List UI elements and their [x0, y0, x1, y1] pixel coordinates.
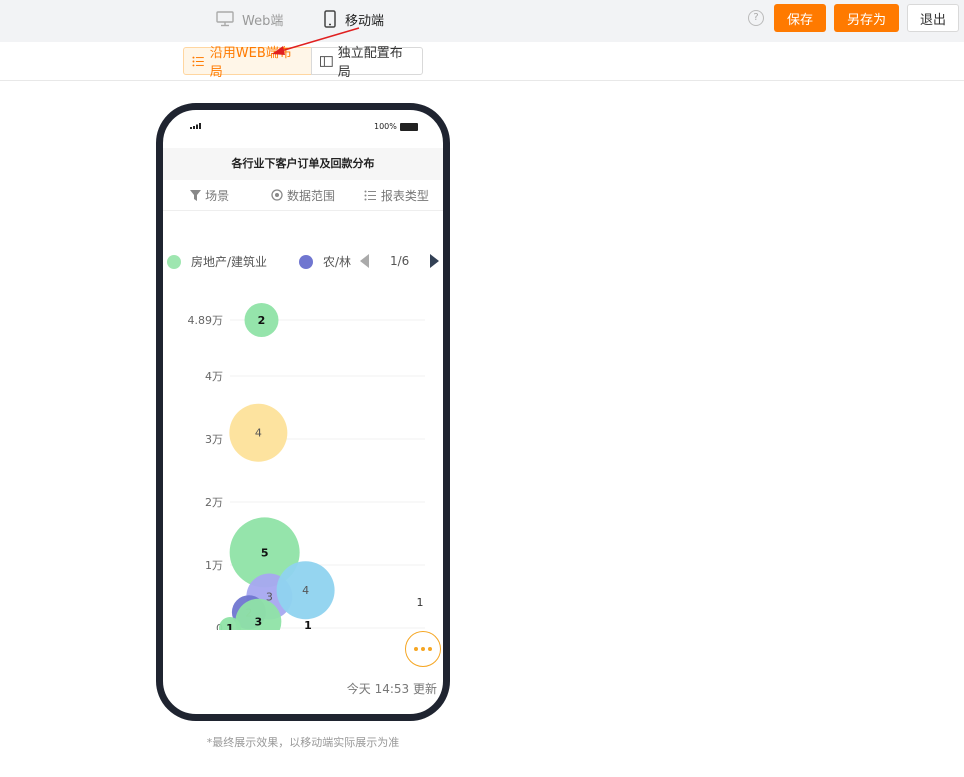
desktop-icon	[216, 11, 234, 27]
bubble-label: 1	[226, 622, 234, 630]
dot	[428, 647, 432, 651]
signal-icon	[190, 123, 201, 129]
bubble-label: 1	[304, 619, 312, 630]
battery-text: 100%	[374, 122, 397, 131]
bubble-label: 4	[302, 584, 309, 597]
y-tick-label: 4万	[205, 370, 223, 383]
filter-icon	[190, 189, 202, 201]
list-icon	[364, 190, 376, 200]
filter-scene[interactable]: 场景	[163, 180, 256, 210]
tab-web[interactable]: Web端	[216, 8, 283, 30]
mobile-preview: 100% 各行业下客户订单及回款分布 场景 数据范围 报表类型 房地产/建筑业 …	[156, 103, 450, 721]
chart-legend: 房地产/建筑业 农/林 1/6	[163, 250, 443, 270]
layout-switch-bar: 沿用WEB端布局 独立配置布局	[0, 42, 964, 81]
annotation-arrow	[272, 27, 360, 55]
legend-swatch	[167, 254, 181, 269]
filter-data-range[interactable]: 数据范围	[256, 180, 349, 210]
dot	[414, 647, 418, 651]
legend-label: 农/林	[323, 255, 352, 269]
bubble-label: 3	[255, 616, 263, 629]
bubble-label: 4	[255, 427, 262, 440]
legend-item[interactable]: 房地产/建筑业	[167, 253, 267, 270]
legend-pager: 1/6	[360, 254, 440, 268]
filter-data-range-label: 数据范围	[286, 188, 335, 203]
filter-report-type-label: 报表类型	[380, 188, 429, 203]
follow-web-layout-label: 沿用WEB端布局	[209, 46, 292, 80]
y-tick-label: 2万	[205, 496, 223, 509]
tab-mobile-label: 移动端	[345, 13, 385, 29]
y-tick-label: 3万	[205, 433, 223, 446]
bubble-label: 2	[258, 314, 266, 327]
dot	[421, 647, 425, 651]
exit-button[interactable]: 退出	[907, 4, 959, 32]
save-button[interactable]: 保存	[774, 4, 826, 32]
triangle-right-icon[interactable]	[429, 254, 440, 268]
bubble-label: 5	[261, 546, 269, 559]
independent-layout-button[interactable]: 独立配置布局	[311, 46, 423, 80]
target-icon	[271, 189, 283, 201]
layout-icon	[320, 55, 333, 67]
top-bar: Web端 移动端 ? 保存 另存为 退出	[0, 0, 964, 42]
filter-scene-label: 场景	[205, 188, 230, 203]
y-tick-label: 4.89万	[188, 314, 224, 327]
mobile-icon	[324, 10, 336, 28]
status-bar: 100%	[163, 110, 443, 148]
independent-layout-label: 独立配置布局	[337, 46, 403, 80]
update-time: 今天 14:53 更新	[346, 682, 437, 696]
more-button[interactable]	[405, 631, 441, 667]
y-tick-label: 1万	[205, 559, 223, 572]
legend-swatch	[299, 254, 313, 269]
battery-icon	[400, 123, 418, 131]
footer-note: *最终展示效果，以移动端实际展示为准	[206, 736, 400, 749]
help-icon[interactable]: ?	[748, 10, 764, 26]
legend-item[interactable]: 农/林	[299, 253, 351, 270]
bubble-label: 1	[417, 596, 424, 609]
filter-report-type[interactable]: 报表类型	[350, 180, 443, 210]
bubble-chart: 01万2万3万4万4.89万04万8万2453423111	[188, 303, 425, 630]
legend-page: 1/6	[390, 254, 410, 268]
follow-web-layout-button[interactable]: 沿用WEB端布局	[183, 46, 312, 80]
list-icon	[192, 56, 204, 66]
report-title: 各行业下客户订单及回款分布	[163, 148, 443, 180]
tab-mobile[interactable]: 移动端	[323, 8, 384, 30]
legend-label: 房地产/建筑业	[191, 255, 268, 269]
triangle-left-icon[interactable]	[360, 254, 370, 268]
filter-bar: 场景 数据范围 报表类型	[163, 180, 443, 211]
tab-web-label: Web端	[242, 13, 284, 29]
save-as-button[interactable]: 另存为	[834, 4, 899, 32]
